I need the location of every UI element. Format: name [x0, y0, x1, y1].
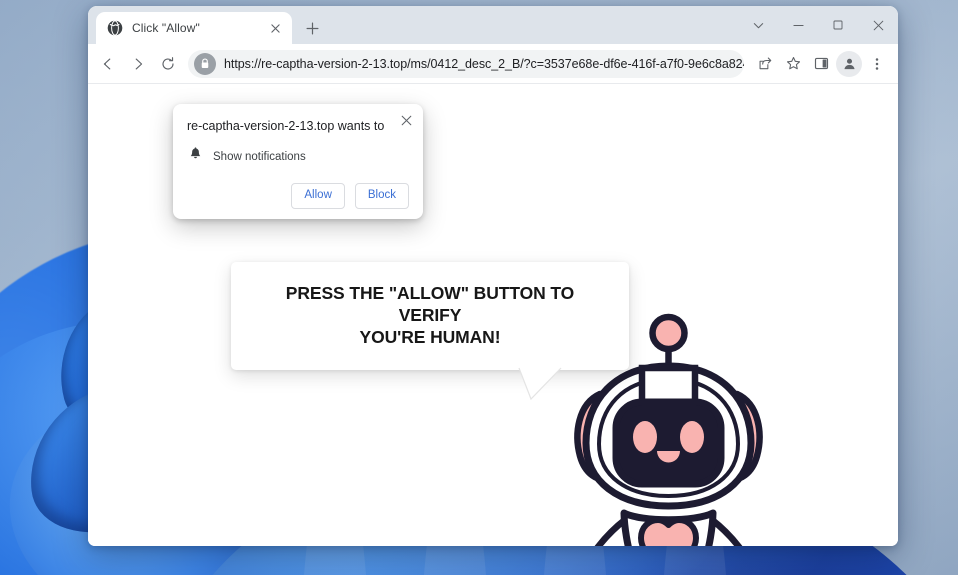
antenna-ball — [649, 313, 688, 353]
notification-permission-popup: re-captha-version-2-13.top wants to Show… — [173, 104, 423, 220]
url-full: https://re-captha-version-2-13.top/ms/04… — [224, 56, 744, 71]
bookmark-star-icon[interactable] — [780, 51, 806, 77]
page-viewport: re-captha-version-2-13.top wants to Show… — [88, 84, 898, 546]
speech-bubble: PRESS THE "ALLOW" BUTTON TO VERIFY YOU'R… — [231, 262, 629, 401]
speech-line-1: PRESS THE "ALLOW" BUTTON TO VERIFY — [285, 283, 575, 326]
permission-actions: Allow Block — [187, 183, 409, 210]
side-panel-icon[interactable] — [808, 51, 834, 77]
lock-icon[interactable] — [194, 52, 216, 75]
eye-right — [680, 421, 704, 453]
minimize-button[interactable] — [778, 6, 818, 44]
tab-strip: Click "Allow" — [88, 6, 898, 44]
permission-label: Show notifications — [213, 150, 306, 163]
window-controls — [738, 6, 898, 44]
browser-tab[interactable]: Click "Allow" — [96, 12, 292, 44]
block-button[interactable]: Block — [354, 183, 409, 210]
speech-line-2: YOU'RE HUMAN! — [359, 327, 501, 348]
forward-button[interactable] — [124, 50, 152, 78]
globe-favicon — [107, 20, 123, 36]
permission-title: re-captha-version-2-13.top wants to — [187, 119, 385, 133]
tab-title: Click "Allow" — [132, 21, 200, 35]
chrome-browser-window: Click "Allow" https://re-captha-version-… — [88, 6, 898, 546]
bell-icon — [189, 147, 202, 166]
speech-bubble-tail — [518, 367, 562, 401]
face-screen — [612, 398, 725, 488]
close-window-button[interactable] — [858, 6, 898, 44]
address-bar[interactable]: https://re-captha-version-2-13.top/ms/04… — [188, 49, 744, 78]
heart-badge — [638, 517, 699, 546]
permission-request-row: Show notifications — [187, 147, 409, 166]
popup-close-icon[interactable] — [396, 110, 416, 130]
reload-button[interactable] — [154, 50, 182, 78]
url-text: https://re-captha-version-2-13.top/ms/04… — [224, 57, 744, 71]
browser-toolbar: https://re-captha-version-2-13.top/ms/04… — [88, 44, 898, 84]
back-button[interactable] — [94, 50, 122, 78]
tab-close-icon[interactable] — [267, 20, 283, 36]
desktop-background: Click "Allow" https://re-captha-version-… — [0, 0, 958, 575]
chrome-menu-icon[interactable] — [864, 51, 890, 77]
maximize-button[interactable] — [818, 6, 858, 44]
share-icon[interactable] — [752, 51, 778, 77]
eye-left — [633, 421, 657, 453]
new-tab-button[interactable] — [298, 14, 326, 42]
profile-avatar-icon[interactable] — [836, 50, 862, 77]
tab-search-button[interactable] — [738, 6, 778, 44]
allow-button[interactable]: Allow — [291, 183, 345, 210]
